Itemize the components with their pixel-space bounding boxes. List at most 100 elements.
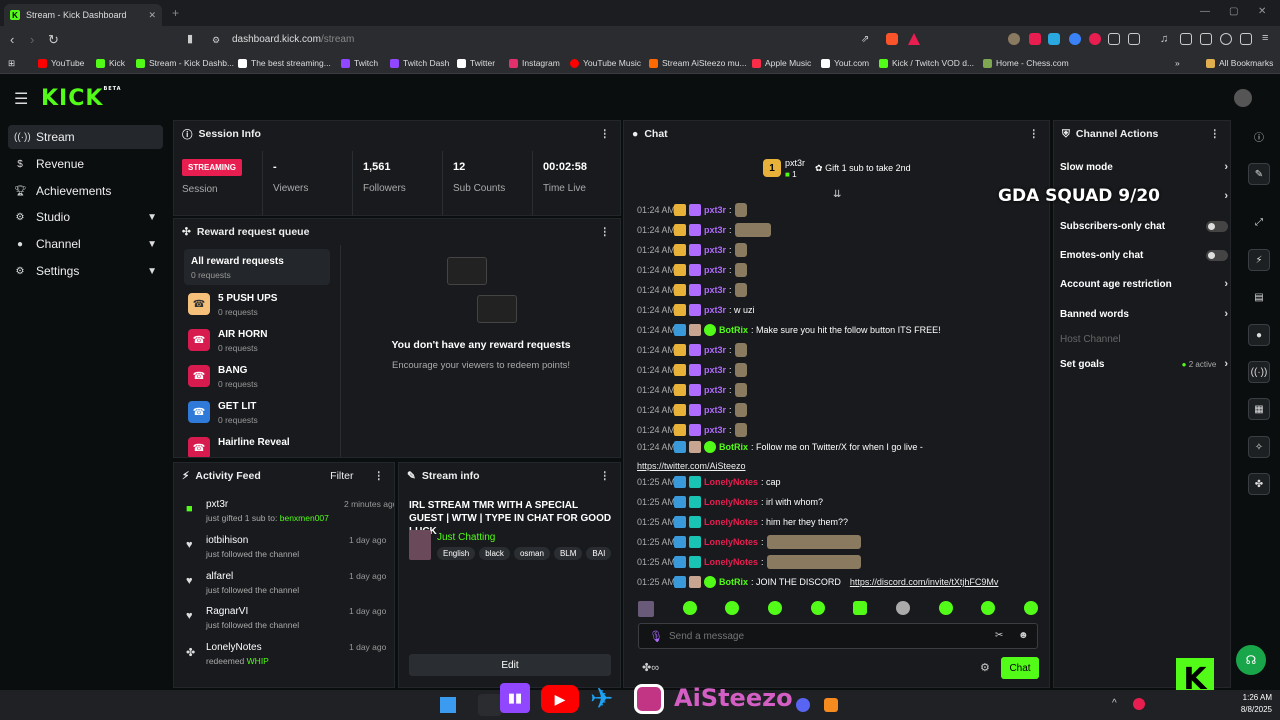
scroll-down-icon[interactable]: ⇊ bbox=[833, 189, 841, 200]
menu-icon[interactable]: ≡ bbox=[1262, 32, 1268, 44]
subscribers-only-chat-action[interactable]: Subscribers-only chat bbox=[1060, 216, 1228, 236]
chat-username[interactable]: pxt3r bbox=[704, 305, 726, 315]
kick-logo[interactable]: KICKBETA bbox=[41, 86, 122, 111]
reward-item[interactable]: ☎ Hairline Reveal bbox=[188, 437, 290, 457]
chat-username[interactable]: BotRix bbox=[719, 577, 748, 587]
bookmark-item[interactable]: Apple Music bbox=[752, 58, 811, 68]
forward-icon[interactable]: › bbox=[30, 32, 34, 47]
edit-button[interactable]: Edit bbox=[409, 654, 611, 676]
wrench-icon[interactable]: ✧ bbox=[1248, 436, 1270, 458]
bookmark-item[interactable]: YouTube bbox=[38, 58, 84, 68]
tray-icon[interactable] bbox=[1133, 698, 1145, 710]
bookmark-item[interactable]: Twitch bbox=[341, 58, 378, 68]
record-icon[interactable] bbox=[1089, 33, 1101, 45]
chat-username[interactable]: BotRix bbox=[719, 325, 748, 335]
more-bookmarks-icon[interactable]: » bbox=[1175, 58, 1180, 68]
emote-icon[interactable] bbox=[853, 601, 868, 615]
more-options-icon[interactable]: ⋮ bbox=[1210, 128, 1221, 140]
chat-username[interactable]: pxt3r bbox=[704, 205, 726, 215]
reward-item[interactable]: ☎ GET LIT 0 requests bbox=[188, 401, 258, 425]
all-reward-requests[interactable]: All reward requests 0 requests bbox=[184, 249, 330, 285]
emote-icon[interactable] bbox=[895, 601, 910, 615]
more-options-icon[interactable]: ⋮ bbox=[374, 470, 385, 482]
toggle-switch[interactable] bbox=[1206, 220, 1228, 232]
brave-shield-icon[interactable] bbox=[886, 33, 898, 45]
layout-icon[interactable]: ▦ bbox=[1248, 398, 1270, 420]
chat-input[interactable] bbox=[669, 626, 979, 646]
chat-link[interactable]: https://discord.com/invite/tXtjhFC9Mv bbox=[850, 577, 999, 587]
chat-username[interactable]: pxt3r bbox=[704, 285, 726, 295]
bolt-icon[interactable]: ⚡︎ bbox=[1248, 249, 1270, 271]
maximize-icon[interactable]: ▢ bbox=[1229, 6, 1238, 17]
more-options-icon[interactable]: ⋮ bbox=[1029, 128, 1040, 140]
chat-username[interactable]: BotRix bbox=[719, 442, 748, 452]
back-icon[interactable]: ‹ bbox=[10, 32, 14, 47]
windows-start-icon[interactable] bbox=[440, 697, 456, 713]
discord-icon[interactable] bbox=[796, 698, 810, 712]
bookmark-item[interactable]: Yout.com bbox=[821, 58, 869, 68]
emote-icon[interactable] bbox=[1023, 601, 1038, 615]
chat-username[interactable]: pxt3r bbox=[704, 385, 726, 395]
bookmark-item[interactable]: Stream AiSteezo mu... bbox=[649, 58, 747, 68]
sidebar-toggle-icon[interactable] bbox=[1180, 33, 1192, 45]
emote-icon[interactable] bbox=[810, 601, 825, 615]
chat-icon[interactable]: ● bbox=[1248, 324, 1270, 346]
chat-username[interactable]: LonelyNotes bbox=[704, 477, 758, 487]
bookmark-item[interactable]: Kick / Twitch VOD d... bbox=[879, 58, 974, 68]
emoji-icon[interactable]: ☻ bbox=[1018, 630, 1029, 641]
expand-icon[interactable]: ⤢ bbox=[1248, 211, 1270, 233]
apps-icon[interactable]: ⊞ bbox=[8, 58, 15, 69]
minimize-icon[interactable]: — bbox=[1200, 6, 1210, 17]
search-icon[interactable] bbox=[478, 694, 502, 716]
brave-rewards-icon[interactable] bbox=[908, 33, 920, 45]
category-name[interactable]: Just Chatting bbox=[437, 532, 495, 543]
kick-emote-icon[interactable]: ✂ bbox=[995, 630, 1003, 641]
chat-username[interactable]: pxt3r bbox=[704, 245, 726, 255]
info-icon[interactable]: ⓘ bbox=[1248, 125, 1270, 147]
url-field[interactable]: dashboard.kick.com/stream bbox=[232, 34, 354, 45]
wallet-icon[interactable] bbox=[1200, 33, 1212, 45]
more-options-icon[interactable]: ⋮ bbox=[600, 128, 611, 140]
extension-icon[interactable] bbox=[1008, 33, 1020, 45]
close-tab-icon[interactable]: ✕ bbox=[148, 10, 156, 21]
send-chat-button[interactable]: Chat bbox=[1001, 657, 1039, 679]
bookmark-item[interactable]: Kick bbox=[96, 58, 125, 68]
bookmark-icon[interactable]: ▮ bbox=[187, 32, 193, 45]
filter-button[interactable]: Filter bbox=[330, 470, 353, 482]
chat-username[interactable]: pxt3r bbox=[704, 265, 726, 275]
bookmark-item[interactable]: Stream - Kick Dashb... bbox=[136, 58, 234, 68]
bookmark-item[interactable]: Twitter bbox=[457, 58, 495, 68]
account-age-restriction-action[interactable]: Account age restriction › bbox=[1060, 274, 1228, 294]
site-info-icon[interactable]: ⚙ bbox=[212, 35, 220, 46]
emote-icon[interactable] bbox=[725, 601, 740, 615]
sidebar-item-channel[interactable]: ● Channel ▼ bbox=[8, 232, 163, 256]
extension-icon[interactable] bbox=[1069, 33, 1081, 45]
share-icon[interactable]: ⇗ bbox=[861, 34, 869, 45]
reward-item[interactable]: ☎ AIR HORN 0 requests bbox=[188, 329, 267, 353]
points-icon[interactable]: ✤∞ bbox=[642, 661, 659, 674]
document-icon[interactable]: ▤ bbox=[1248, 286, 1270, 308]
sidebar-item-studio[interactable]: ⚙ Studio ▼ bbox=[8, 205, 163, 229]
chat-link[interactable]: https://twitter.com/AiSteezo bbox=[637, 461, 746, 471]
chat-username[interactable]: LonelyNotes bbox=[704, 557, 758, 567]
extension-icon[interactable] bbox=[1048, 33, 1060, 45]
chat-username[interactable]: pxt3r bbox=[704, 405, 726, 415]
close-window-icon[interactable]: ✕ bbox=[1258, 6, 1266, 17]
emote-icon[interactable] bbox=[938, 601, 953, 615]
gear-icon[interactable]: ⚙ bbox=[980, 661, 990, 674]
bookmark-item[interactable]: Instagram bbox=[509, 58, 560, 68]
new-tab-icon[interactable]: + bbox=[172, 6, 179, 20]
hamburger-menu-icon[interactable]: ☰ bbox=[14, 89, 28, 109]
apps-icon[interactable]: ✤ bbox=[1248, 473, 1270, 495]
slow-mode-action[interactable]: Slow mode › bbox=[1060, 157, 1228, 177]
browser-tab[interactable]: K Stream - Kick Dashboard ✕ bbox=[4, 4, 162, 26]
more-options-icon[interactable]: ⋮ bbox=[600, 226, 611, 238]
extension-icon[interactable] bbox=[1220, 33, 1232, 45]
chat-username[interactable]: pxt3r bbox=[704, 225, 726, 235]
reward-item[interactable]: ☎ BANG 0 requests bbox=[188, 365, 258, 389]
microphone-icon[interactable]: 🎙︎ bbox=[649, 630, 663, 643]
sidebar-item-achievements[interactable]: 🏆︎ Achievements bbox=[8, 179, 163, 203]
pinned-user[interactable]: pxt3r bbox=[785, 158, 805, 168]
emote-icon[interactable] bbox=[767, 601, 782, 615]
bookmark-item[interactable]: Home - Chess.com bbox=[983, 58, 1069, 68]
